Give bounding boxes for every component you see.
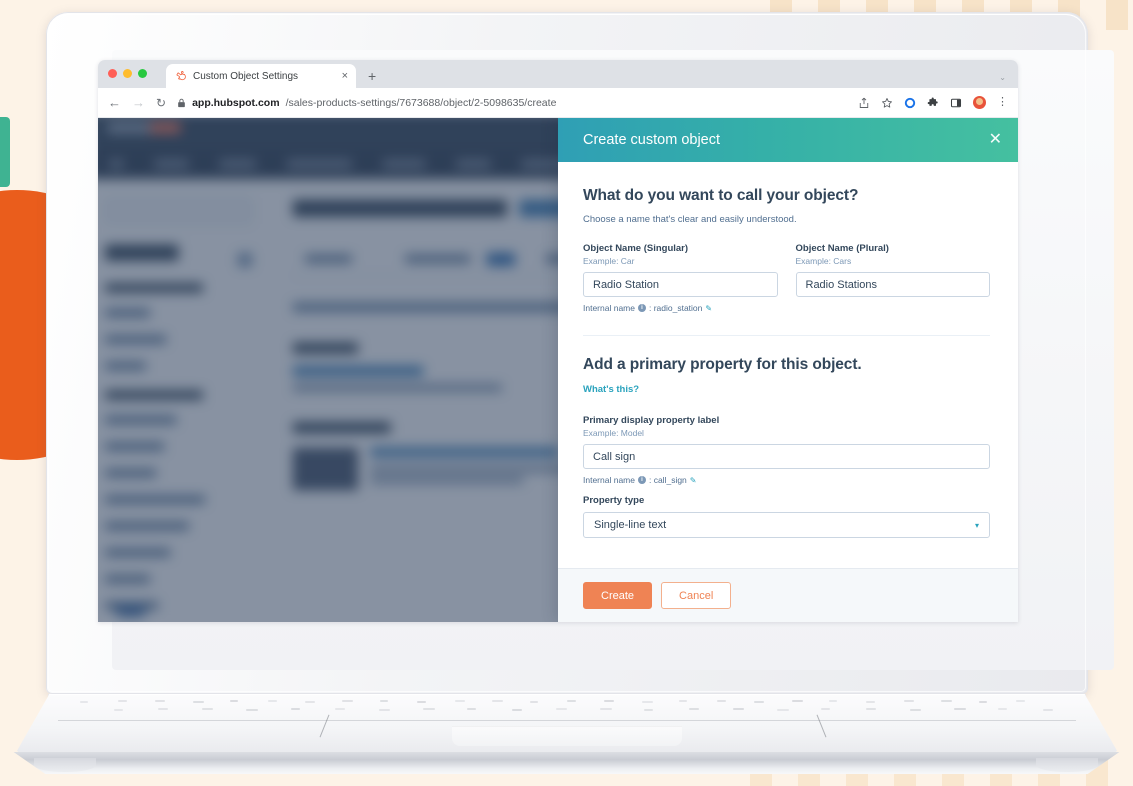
modal-footer: Create Cancel: [558, 568, 1018, 622]
url-host: app.hubspot.com: [192, 96, 280, 109]
maximize-window-button[interactable]: [138, 69, 147, 78]
chevron-down-icon[interactable]: ⌄: [999, 73, 1006, 82]
close-window-button[interactable]: [108, 69, 117, 78]
internal-name-label: Internal name: [583, 303, 635, 313]
laptop-trackpad: [451, 726, 682, 746]
object-name-singular-input[interactable]: Radio Station: [583, 272, 778, 297]
section-divider: [583, 335, 990, 336]
object-name-singular-field: Object Name (Singular) Example: Car Radi…: [583, 243, 778, 313]
side-panel-icon[interactable]: [950, 97, 962, 109]
create-custom-object-modal: Create custom object ✕ What do you want …: [558, 118, 1018, 622]
cancel-button[interactable]: Cancel: [661, 582, 732, 609]
object-name-plural-label: Object Name (Plural): [795, 243, 889, 254]
laptop-foot-right: [1036, 758, 1098, 772]
tab-close-icon[interactable]: ×: [342, 70, 348, 82]
internal-name-value: : radio_station: [648, 303, 703, 313]
laptop-mockup: Custom Object Settings × + ⌄ ← → ↻ app.h…: [0, 0, 1133, 786]
profile-avatar-icon[interactable]: [973, 96, 986, 109]
property-internal-name-row: Internal name i : call_sign ✎: [583, 475, 990, 485]
laptop-base: [13, 752, 1120, 774]
browser-window: Custom Object Settings × + ⌄ ← → ↻ app.h…: [98, 60, 1018, 622]
bookmark-star-icon[interactable]: [881, 97, 893, 109]
property-type-field: Property type Single-line text ▾: [583, 495, 990, 538]
lock-icon: [178, 98, 185, 107]
property-type-select[interactable]: Single-line text ▾: [583, 512, 990, 538]
app-viewport: Create custom object ✕ What do you want …: [98, 118, 1018, 622]
modal-header: Create custom object ✕: [558, 118, 1018, 162]
section-helper-name: Choose a name that's clear and easily un…: [583, 214, 797, 225]
laptop-foot-left: [34, 758, 96, 772]
blue-circle-icon[interactable]: [904, 97, 916, 109]
edit-pencil-icon[interactable]: ✎: [705, 304, 712, 313]
browser-toolbar-icons: ⋮: [858, 96, 1008, 109]
object-internal-name-row: Internal name i : radio_station ✎: [583, 303, 778, 313]
url-path: /sales-products-settings/7673688/object/…: [285, 96, 557, 109]
modal-body: What do you want to call your object? Ch…: [558, 162, 1018, 568]
modal-title: Create custom object: [583, 132, 721, 148]
browser-omnibar: ← → ↻ app.hubspot.com/sales-products-set…: [98, 88, 1018, 118]
section-heading-name: What do you want to call your object?: [583, 187, 859, 204]
share-icon[interactable]: [858, 97, 870, 109]
window-traffic-lights: [108, 69, 147, 78]
property-type-label: Property type: [583, 495, 645, 506]
object-name-plural-example: Example: Cars: [795, 256, 852, 266]
browser-tab-title: Custom Object Settings: [193, 70, 299, 82]
browser-tab[interactable]: Custom Object Settings ×: [166, 64, 356, 88]
new-tab-button[interactable]: +: [368, 69, 376, 83]
property-type-value: Single-line text: [594, 519, 667, 531]
object-name-fields: Object Name (Singular) Example: Car Radi…: [583, 243, 990, 313]
back-button[interactable]: ←: [108, 96, 121, 109]
hubspot-sprocket-icon: [176, 70, 186, 80]
browser-tab-strip: Custom Object Settings × + ⌄: [98, 60, 1018, 88]
object-name-plural-field: Object Name (Plural) Example: Cars Radio…: [795, 243, 990, 313]
info-icon[interactable]: i: [637, 476, 646, 484]
primary-property-field: Primary display property label Example: …: [583, 415, 990, 485]
extensions-puzzle-icon[interactable]: [927, 96, 939, 109]
property-internal-name-label: Internal name: [583, 475, 635, 485]
chevron-down-icon: ▾: [974, 520, 979, 530]
browser-menu-icon[interactable]: ⋮: [997, 97, 1008, 108]
object-name-singular-label: Object Name (Singular): [583, 243, 689, 254]
laptop-keyboard-deck: [14, 694, 1120, 756]
deck-line: [58, 720, 1076, 721]
info-icon[interactable]: i: [637, 304, 646, 312]
primary-property-example: Example: Model: [583, 428, 644, 438]
property-internal-name-value: : call_sign: [648, 475, 687, 485]
whats-this-link[interactable]: What's this?: [583, 384, 639, 395]
minimize-window-button[interactable]: [123, 69, 132, 78]
object-name-singular-example: Example: Car: [583, 256, 635, 266]
primary-property-input[interactable]: Call sign: [583, 444, 990, 469]
close-icon[interactable]: ✕: [989, 132, 1002, 148]
primary-property-label: Primary display property label: [583, 415, 720, 426]
forward-button[interactable]: →: [132, 96, 145, 109]
edit-pencil-icon[interactable]: ✎: [690, 476, 697, 485]
reload-button[interactable]: ↻: [156, 97, 166, 109]
keyboard-keys: [14, 694, 1120, 756]
section-heading-property: Add a primary property for this object.: [583, 356, 862, 373]
create-button[interactable]: Create: [583, 582, 653, 609]
object-name-plural-input[interactable]: Radio Stations: [795, 272, 990, 297]
address-bar[interactable]: app.hubspot.com/sales-products-settings/…: [177, 97, 847, 109]
